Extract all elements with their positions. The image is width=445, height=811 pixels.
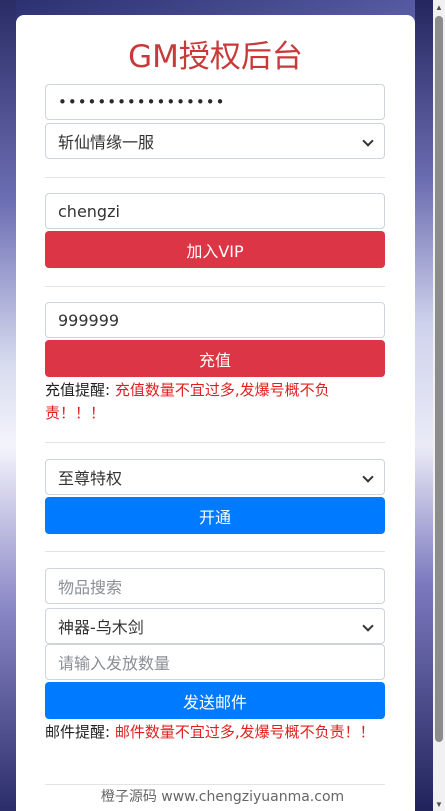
recharge-amount-input[interactable]: 999999 [45,302,385,338]
divider [45,177,385,178]
privilege-select-value: 至尊特权 [58,469,123,488]
activate-button[interactable]: 开通 [45,497,385,534]
send-mail-button[interactable]: 发送邮件 [45,682,385,719]
page-title: GM授权后台 [128,39,303,75]
vertical-scrollbar[interactable]: ▲ ▼ [433,0,445,811]
item-search-input[interactable]: 物品搜索 [45,568,385,604]
scroll-thumb[interactable] [435,16,443,742]
divider [45,551,385,552]
mail-reminder-text: 邮件数量不宜过多,发爆号概不负责！！ [114,723,375,741]
server-select[interactable]: 斩仙情缘一服 [45,123,385,159]
add-vip-button[interactable]: 加入VIP [45,231,385,268]
divider [45,784,385,785]
recharge-reminder: 充值提醒: 充值数量不宜过多,发爆号概不负责！！！ [45,379,385,425]
quantity-input[interactable]: 请输入发放数量 [45,644,385,680]
scroll-up-arrow-icon[interactable]: ▲ [433,0,445,14]
recharge-reminder-label: 充值提醒: [45,381,111,399]
background-left [0,0,16,811]
item-select[interactable]: 神器-乌木剑 [45,608,385,644]
server-select-value: 斩仙情缘一服 [58,133,155,152]
username-input[interactable]: chengzi [45,193,385,229]
recharge-button[interactable]: 充值 [45,340,385,377]
footer-text: 橙子源码 www.chengziyuanma.com [100,789,345,805]
item-select-value: 神器-乌木剑 [58,618,144,637]
divider [45,286,385,287]
background-right [415,0,433,811]
privilege-select[interactable]: 至尊特权 [45,459,385,495]
divider [45,442,385,443]
admin-panel-card: GM授权后台 ••••••••••••••••• 斩仙情缘一服 chengzi … [16,15,415,811]
password-input[interactable]: ••••••••••••••••• [45,84,385,120]
mail-reminder-label: 邮件提醒: [45,723,111,741]
mail-reminder: 邮件提醒: 邮件数量不宜过多,发爆号概不负责！！ [45,721,385,744]
